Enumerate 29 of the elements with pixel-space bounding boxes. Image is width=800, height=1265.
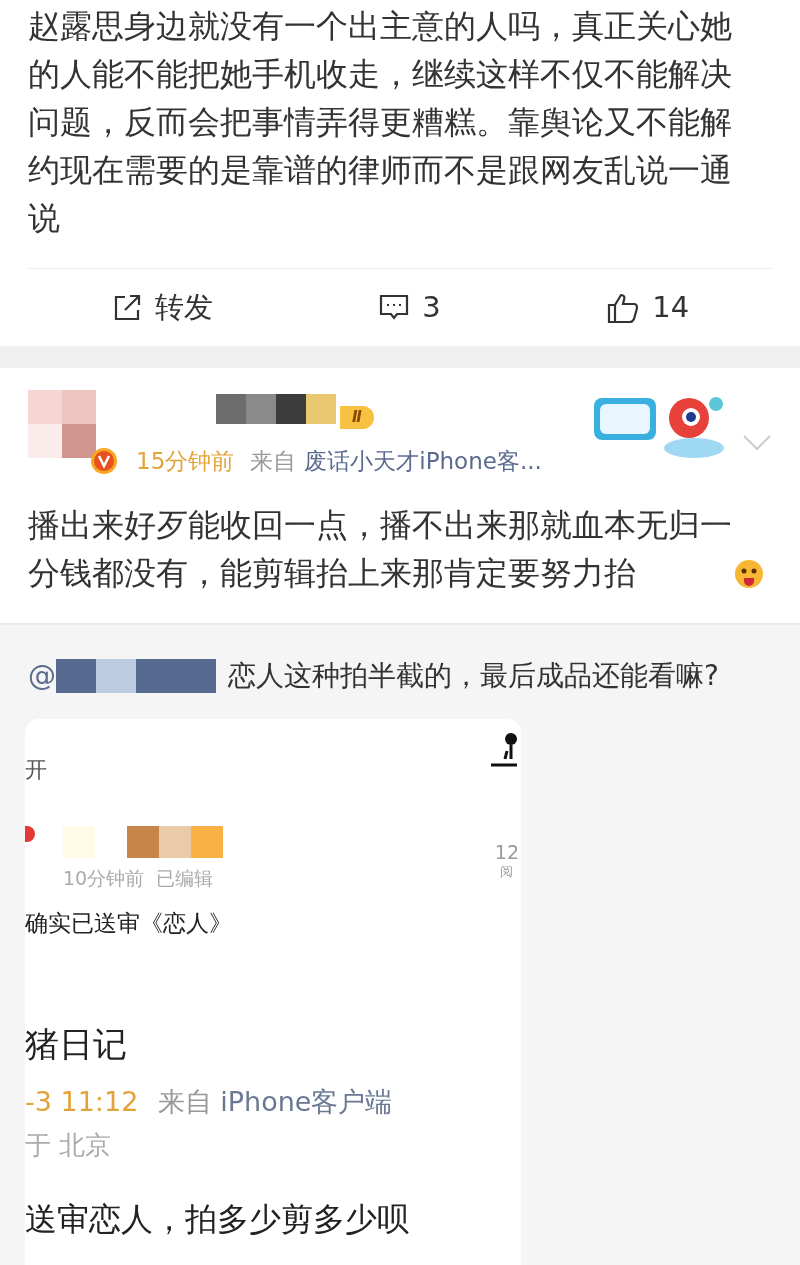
thumbs-up-icon [606,291,641,324]
mention-link[interactable]: @ [28,654,56,697]
source-link[interactable]: 废话小天才iPhone客... [304,444,542,479]
card-text: 确实已送审《恋人》 [25,909,233,938]
author-name: 猪日记 [25,1022,128,1066]
post-text: 赵露思身边就没有一个出主意的人吗，真正关心她 的人能不能把她手机收走，继续这样不仅不能解决 问题，反而会把事情弄得更糟糕。靠舆论又不能解 约现在需要的是靠谱的律师而不是跟网友乱说一通 说 [28,6,733,239]
read-label: 阅 [500,862,514,881]
emoji-icon [734,558,764,589]
verified-badge-icon [90,447,118,476]
source-link[interactable]: iPhone客户端 [220,1081,393,1122]
source-label: 来自 [250,447,297,476]
badge-icon [25,825,35,842]
comment-text: 播出来好歹能收回一点，播不出来那就血本无归一 分钱都没有，能剪辑抬上来那肯定要努力抬 [28,504,732,594]
post-time: 15分钟前 [136,447,235,476]
comment-button[interactable]: 3 [378,285,441,330]
read-count: 12 [494,841,519,862]
repost-button[interactable]: 转发 [110,285,213,330]
location-text: 于 北京 [25,1129,113,1162]
edited-label: 已编辑 [156,865,214,891]
avatar [28,390,96,458]
source-label: 来自 [158,1084,213,1119]
post-time: 10分钟前 [63,865,145,891]
chevron-down-icon[interactable] [742,434,772,452]
level-badge: Ⅱ [340,406,374,429]
card-body-text: 送审恋人，拍多少剪多少呗 [25,1199,410,1240]
cut-text: 开 [25,755,47,784]
post-date: -3 11:12 [25,1084,139,1119]
quote-text: 恋人这种拍半截的，最后成品还能看嘛? [228,657,719,694]
like-button[interactable]: 14 [606,285,690,330]
